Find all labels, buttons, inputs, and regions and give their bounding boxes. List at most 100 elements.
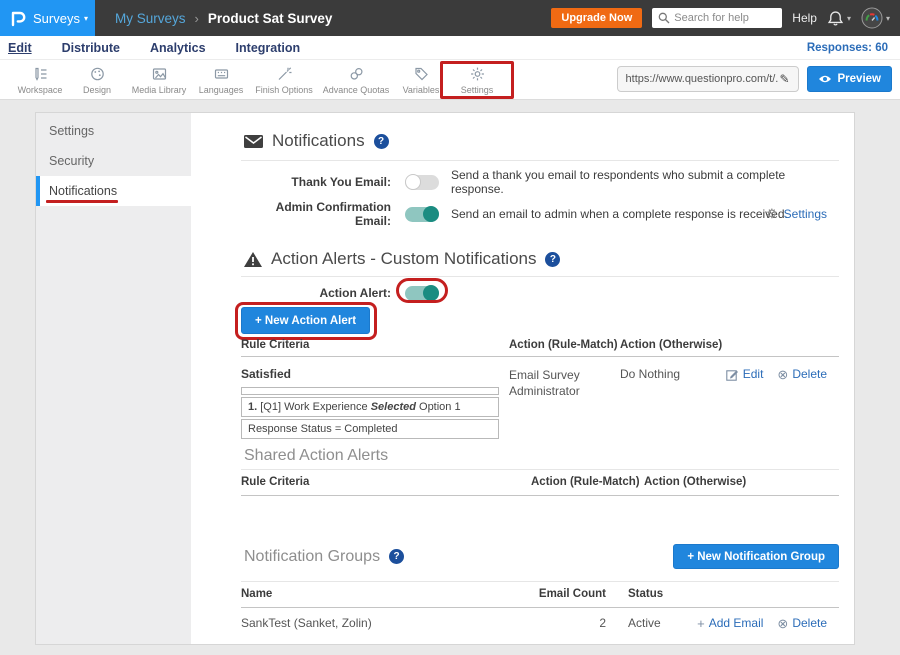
action-alerts-section-header: Action Alerts - Custom Notifications ? [241,248,839,270]
toolbar-finish-options[interactable]: Finish Options [250,66,318,95]
workspace-icon [32,66,49,82]
toolbar-settings-wrap: Settings [448,66,506,95]
help-icon[interactable]: ? [545,252,560,267]
thank-you-email-row: Thank You Email: Send a thank you email … [241,172,839,192]
media-library-icon [151,66,168,82]
admin-confirmation-toggle[interactable] [405,207,439,222]
new-action-alert-wrap: + New Action Alert [241,307,370,334]
group-email-count[interactable]: 2 [531,616,606,630]
notification-groups-header: Notification Groups ? + New Notification… [241,544,839,569]
tab-edit[interactable]: Edit [8,41,32,55]
avatar [861,7,883,29]
delete-alert-button[interactable]: ⊗ Delete [777,367,827,381]
edit-alert-button[interactable]: Edit [726,367,764,381]
help-icon[interactable]: ? [374,134,389,149]
group-actions: + Add Email ⊗ Delete [697,616,827,630]
gear-icon: ⚙ [766,206,778,222]
cell-otherwise: Do Nothing [620,367,680,381]
action-alert-row: Satisfied 1. [Q1] Work Experience Select… [241,357,839,439]
toolbar-design[interactable]: Design [68,66,126,95]
add-email-button[interactable]: + Add Email [697,616,763,630]
toolbar-settings[interactable]: Settings [448,66,506,95]
upgrade-now-button[interactable]: Upgrade Now [551,8,642,28]
delete-group-button[interactable]: ⊗ Delete [777,616,827,630]
user-menu[interactable]: ▾ [861,7,890,29]
notifications-section-header: Notifications ? [241,130,839,152]
admin-settings-link-group: ⚙ Settings [766,206,827,222]
design-icon [89,66,106,82]
tab-analytics[interactable]: Analytics [150,41,206,55]
action-alert-label: Action Alert: [241,286,391,300]
action-alert-toggle[interactable] [405,286,439,301]
edit-toolbar: Workspace Design Media Library Languages… [0,60,900,100]
toolbar-workspace[interactable]: Workspace [12,66,68,95]
groups-title: Notification Groups [244,548,380,566]
col-status: Status [628,588,663,600]
admin-settings-link[interactable]: Settings [784,207,827,221]
sidebar-item-security[interactable]: Security [36,146,191,176]
survey-url-value: https://www.questionpro.com/t/. [626,73,779,85]
col-action-otherwise: Action (Otherwise) [620,339,722,351]
breadcrumb-my-surveys[interactable]: My Surveys [115,11,186,26]
shared-alerts-table-header: Rule Criteria Action (Rule-Match) Action… [241,469,839,496]
tab-integration[interactable]: Integration [236,41,301,55]
breadcrumb-current-survey: Product Sat Survey [208,11,333,26]
new-action-alert-button[interactable]: + New Action Alert [241,307,370,334]
advance-quotas-icon [348,66,365,82]
product-switcher[interactable]: Surveys ▾ [0,0,95,36]
admin-confirmation-row: Admin Confirmation Email: Send an email … [241,204,839,224]
tab-distribute[interactable]: Distribute [62,41,120,55]
product-label: Surveys [33,11,80,26]
search-input[interactable] [652,8,782,28]
delete-circle-icon: ⊗ [777,368,788,381]
col-name: Name [241,588,272,600]
delete-circle-icon: ⊗ [777,617,788,630]
col-action-rule-match: Action (Rule-Match) [531,476,640,488]
help-link[interactable]: Help [792,11,817,25]
settings-gear-icon [469,66,486,82]
edit-url-pencil-icon[interactable]: ✎ [779,72,789,86]
group-row: SankTest (Sanket, Zolin) 2 Active + Add … [241,608,839,638]
annotation-notifications-underline [46,200,118,203]
responses-count[interactable]: Responses: 60 [807,42,888,54]
thank-you-email-toggle[interactable] [405,175,439,190]
groups-table-header: Name Email Count Status [241,581,839,608]
action-alerts-table-header: Rule Criteria Action (Rule-Match) Action… [241,339,839,357]
row-actions: Edit ⊗ Delete [726,367,827,381]
help-search-box[interactable] [652,8,782,28]
notifications-content: Notifications ? Thank You Email: Send a … [191,113,854,644]
section-title: Notifications [272,131,365,151]
toolbar-media-library[interactable]: Media Library [126,66,192,95]
divider [241,160,839,161]
toolbar-advance-quotas[interactable]: Advance Quotas [318,66,394,95]
chevron-down-icon: ▾ [84,14,88,23]
envelope-icon [244,135,263,148]
notifications-bell[interactable]: ▾ [827,10,851,27]
section-title: Action Alerts - Custom Notifications [271,249,536,269]
col-action-otherwise: Action (Otherwise) [644,476,746,488]
questionpro-app: Surveys ▾ My Surveys › Product Sat Surve… [0,0,900,655]
toolbar-variables[interactable]: Variables [394,66,448,95]
preview-button[interactable]: Preview [807,66,892,92]
url-preview-group: https://www.questionpro.com/t/. ✎ Previe… [617,66,892,92]
new-notification-group-button[interactable]: + New Notification Group [673,544,839,569]
col-rule-criteria: Rule Criteria [241,339,309,351]
header-actions: Upgrade Now Help ▾ ▾ [551,7,900,29]
toolbar-languages[interactable]: Languages [192,66,250,95]
settings-sidebar: Settings Security Notifications [36,113,191,644]
shared-alerts-title: Shared Action Alerts [241,447,839,465]
thank-you-email-desc: Send a thank you email to respondents wh… [451,168,839,196]
col-action-rule-match: Action (Rule-Match) [509,339,618,351]
survey-url-field[interactable]: https://www.questionpro.com/t/. ✎ [617,66,799,92]
sidebar-item-settings[interactable]: Settings [36,116,191,146]
thank-you-email-label: Thank You Email: [241,175,391,189]
cell-rule-match: Email Survey Administrator [509,367,605,399]
variables-icon [413,66,430,82]
col-rule-criteria: Rule Criteria [241,476,309,488]
chevron-down-icon: ▾ [886,14,890,23]
breadcrumb: My Surveys › Product Sat Survey [115,11,332,26]
edit-pencil-icon [726,368,739,381]
group-status[interactable]: Active [628,616,661,630]
sidebar-item-notifications[interactable]: Notifications [36,176,191,206]
help-icon[interactable]: ? [389,549,404,564]
